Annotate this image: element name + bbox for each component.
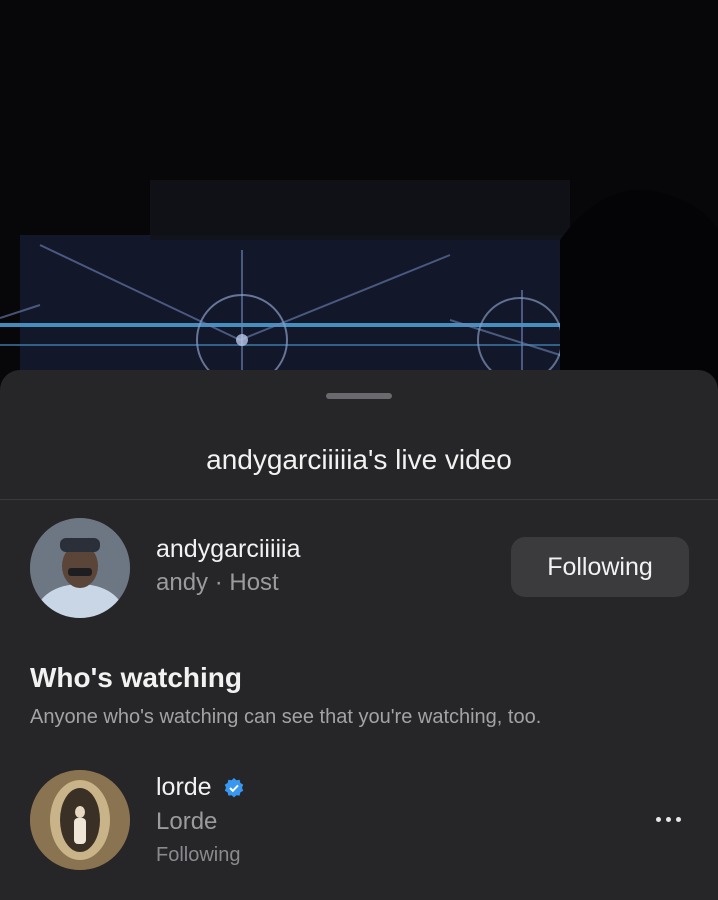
sheet-title: andygarciiiiia's live video xyxy=(206,444,512,475)
sheet-drag-handle[interactable] xyxy=(326,393,392,399)
host-username[interactable]: andygarciiiiia xyxy=(156,535,301,564)
viewer-follow-status: Following xyxy=(156,844,241,866)
divider xyxy=(0,499,718,500)
viewer-display-name: Lorde xyxy=(156,808,218,835)
following-button[interactable]: Following xyxy=(511,537,689,597)
more-dot xyxy=(665,816,671,822)
verified-badge-icon xyxy=(224,778,244,798)
whos-watching-title: Who's watching xyxy=(30,662,242,693)
host-subtitle: andy · Host xyxy=(156,569,279,596)
more-dot xyxy=(675,816,681,822)
viewer-username[interactable]: lorde xyxy=(156,773,212,802)
host-avatar-image xyxy=(30,518,130,618)
stage-graphic xyxy=(0,0,718,420)
live-viewers-sheet: andygarciiiiia's live video andygarciiii… xyxy=(0,370,718,900)
viewer-avatar-image xyxy=(30,770,130,870)
live-video-feed xyxy=(0,0,718,420)
viewer-avatar[interactable] xyxy=(30,770,130,870)
whos-watching-description: Anyone who's watching can see that you'r… xyxy=(30,706,542,728)
host-avatar[interactable] xyxy=(30,518,130,618)
more-options-icon[interactable] xyxy=(646,807,690,831)
more-dot xyxy=(655,816,661,822)
